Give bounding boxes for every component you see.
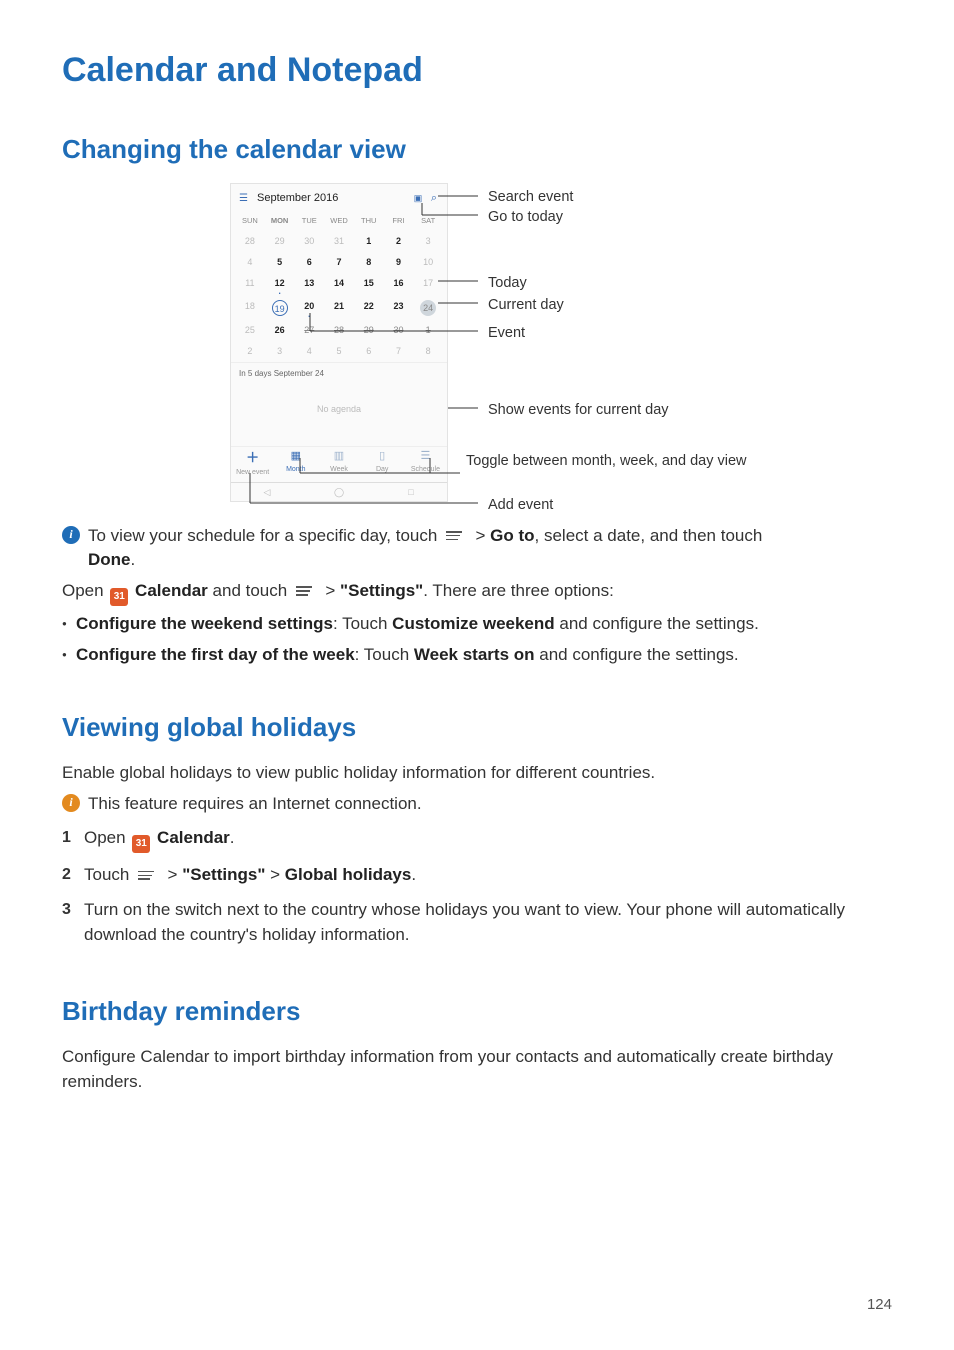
- info-icon: i: [62, 794, 80, 812]
- callout-today: Today: [488, 273, 527, 294]
- menu-icon: [296, 584, 312, 598]
- section-birthday: Birthday reminders: [62, 993, 892, 1031]
- callout-current: Current day: [488, 295, 564, 316]
- callout-toggle: Toggle between month, week, and day view: [466, 451, 747, 472]
- recent-icon[interactable]: □: [375, 486, 447, 499]
- open-settings-line: Open 31 Calendar and touch > "Settings".…: [62, 579, 892, 606]
- callout-goto: Go to today: [488, 207, 563, 228]
- callout-show: Show events for current day: [488, 400, 669, 421]
- section-changing-view: Changing the calendar view: [62, 131, 892, 169]
- tab-month[interactable]: ▦Month: [274, 449, 317, 478]
- callout-search: Search event: [488, 187, 573, 208]
- page-title: Calendar and Notepad: [62, 46, 892, 95]
- birthday-intro: Configure Calendar to import birthday in…: [62, 1045, 892, 1094]
- tab-schedule[interactable]: ☰Schedule: [404, 449, 447, 478]
- holiday-steps: Open 31 Calendar. Touch > "Settings" > G…: [62, 826, 892, 947]
- goto-today-icon[interactable]: ▣: [411, 192, 425, 205]
- day-headers: SUNMONTUEWEDTHUFRISAT: [231, 212, 447, 231]
- hamburger-icon[interactable]: ☰: [239, 192, 253, 207]
- home-icon[interactable]: ◯: [303, 486, 375, 499]
- month-label: September 2016: [253, 191, 411, 207]
- menu-icon: [138, 868, 154, 882]
- calendar-app-icon: 31: [110, 588, 128, 606]
- page-number: 124: [867, 1294, 892, 1316]
- view-tabs[interactable]: ＋New event▦Month▥Week▯Day☰Schedule: [231, 446, 447, 482]
- agenda-bar: In 5 days September 24: [231, 362, 447, 385]
- calendar-screenshot: ☰ September 2016 ▣ ⌕ SUNMONTUEWEDTHUFRIS…: [230, 183, 920, 502]
- menu-icon: [446, 529, 462, 543]
- tab-new-event[interactable]: ＋New event: [231, 449, 274, 478]
- tab-day[interactable]: ▯Day: [361, 449, 404, 478]
- no-agenda: No agenda: [231, 385, 447, 446]
- android-navbar: ◁ ◯ □: [231, 482, 447, 501]
- calendar-app-icon: 31: [132, 835, 150, 853]
- phone-frame: ☰ September 2016 ▣ ⌕ SUNMONTUEWEDTHUFRIS…: [230, 183, 448, 502]
- date-grid: 2829303112345678910111213141516171819202…: [231, 231, 447, 362]
- tab-week[interactable]: ▥Week: [317, 449, 360, 478]
- callout-add: Add event: [488, 495, 553, 516]
- back-icon[interactable]: ◁: [231, 486, 303, 499]
- callout-event: Event: [488, 323, 525, 344]
- holidays-note: i This feature requires an Internet conn…: [62, 792, 892, 817]
- tip-goto: i To view your schedule for a specific d…: [62, 524, 892, 573]
- holidays-intro: Enable global holidays to view public ho…: [62, 761, 892, 786]
- section-global-holidays: Viewing global holidays: [62, 709, 892, 747]
- info-icon: i: [62, 526, 80, 544]
- search-icon[interactable]: ⌕: [425, 191, 439, 207]
- settings-bullets: Configure the weekend settings: Touch Cu…: [62, 612, 892, 667]
